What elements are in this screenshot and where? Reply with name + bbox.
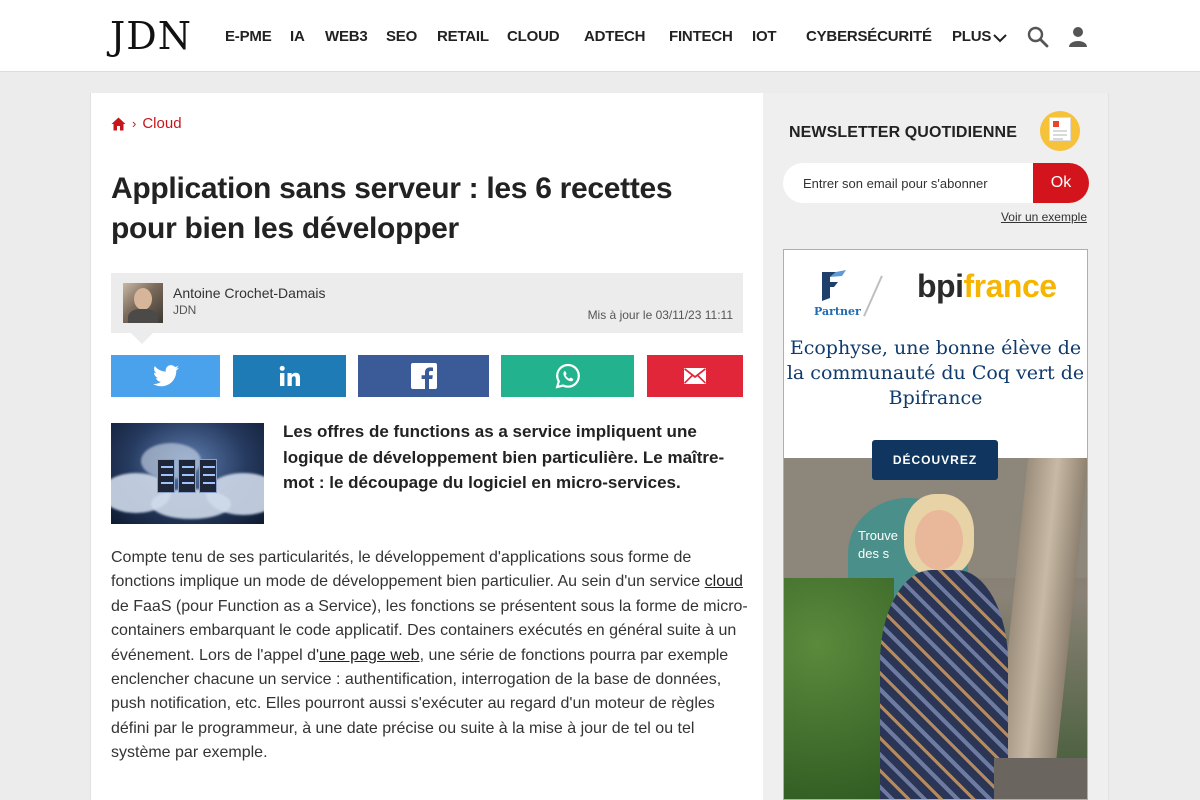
- nav-cybersecurite[interactable]: CYBERSÉCURITÉ: [806, 28, 932, 45]
- newsletter-example-link[interactable]: Voir un exemple: [1001, 210, 1087, 224]
- photo-sign-text: des s: [858, 546, 890, 561]
- facebook-icon: [410, 363, 437, 389]
- author-org: JDN: [173, 303, 197, 317]
- ad-discover-button[interactable]: DÉCOUVREZ: [872, 440, 998, 480]
- nav-ia[interactable]: IA: [290, 28, 305, 45]
- nav-fintech[interactable]: FINTECH: [669, 28, 733, 45]
- share-facebook-button[interactable]: [358, 355, 489, 397]
- ad-divider: [863, 275, 883, 317]
- author-name[interactable]: Antoine Crochet-Damais: [173, 285, 326, 301]
- ad-partner-label: Partner: [814, 305, 861, 318]
- photo-sign-text: Trouve: [858, 528, 898, 543]
- share-linkedin-button[interactable]: [233, 355, 346, 397]
- newsletter-email-input[interactable]: [783, 163, 1031, 203]
- update-date: Mis à jour le 03/11/23 11:11: [587, 308, 733, 322]
- breadcrumb-section-link[interactable]: Cloud: [142, 115, 181, 132]
- share-whatsapp-button[interactable]: [501, 355, 634, 397]
- advertisement[interactable]: Partner bpifrance Ecophyse, une bonne él…: [783, 249, 1088, 800]
- nav-web3[interactable]: WEB3: [325, 28, 368, 45]
- web-page-link[interactable]: une page web: [319, 647, 420, 664]
- nav-iot[interactable]: IOT: [752, 28, 777, 45]
- user-icon[interactable]: [1068, 26, 1088, 48]
- bpifrance-logo-part: bpi: [917, 268, 964, 304]
- newsletter-title: NEWSLETTER QUOTIDIENNE: [789, 124, 1017, 141]
- newsletter-form: Ok: [783, 163, 1089, 203]
- article-title: Application sans serveur : les 6 recette…: [111, 172, 673, 245]
- site-header: JDN E-PME IA WEB3 SEO RETAIL CLOUD ADTEC…: [0, 0, 1200, 72]
- article-lead: Les offres de functions as a service imp…: [283, 422, 725, 492]
- author-box: Antoine Crochet-Damais JDN Mis à jour le…: [111, 273, 743, 344]
- share-twitter-button[interactable]: [111, 355, 220, 397]
- bpifrance-logo-part: france: [963, 268, 1057, 304]
- whatsapp-icon: [555, 363, 580, 389]
- share-email-button[interactable]: [647, 355, 743, 397]
- linkedin-icon: [279, 365, 300, 386]
- bpifrance-logo: bpifrance: [917, 268, 1057, 305]
- article-panel: › Cloud Application sans serveur : les 6…: [90, 93, 763, 800]
- home-icon[interactable]: [111, 117, 126, 131]
- newsletter-icon: [1040, 111, 1080, 151]
- nav-plus-label: PLUS: [952, 28, 992, 45]
- author-avatar[interactable]: [123, 283, 163, 323]
- article-body: Compte tenu de ses particularités, le dé…: [111, 546, 751, 766]
- nav-plus[interactable]: PLUS: [952, 28, 1007, 45]
- article-illustration: [111, 423, 264, 524]
- newsletter-ok-button[interactable]: Ok: [1033, 163, 1089, 203]
- breadcrumb: › Cloud: [111, 115, 182, 132]
- sidebar: NEWSLETTER QUOTIDIENNE Ok Voir un exempl…: [763, 93, 1109, 800]
- nav-retail[interactable]: RETAIL: [437, 28, 489, 45]
- twitter-icon: [152, 365, 179, 387]
- nav-cloud[interactable]: CLOUD: [507, 28, 560, 45]
- body-text-part: Compte tenu de ses particularités, le dé…: [111, 549, 705, 591]
- search-icon[interactable]: [1027, 26, 1049, 48]
- breadcrumb-separator: ›: [132, 116, 137, 131]
- ad-photo: Trouve des s: [784, 458, 1087, 799]
- nav-e-pme[interactable]: E-PME: [225, 28, 272, 45]
- chevron-down-icon: [993, 34, 1007, 43]
- nav-seo[interactable]: SEO: [386, 28, 417, 45]
- cloud-link[interactable]: cloud: [705, 573, 743, 590]
- nav-adtech[interactable]: ADTECH: [584, 28, 646, 45]
- le-figaro-logo-icon: [822, 270, 846, 301]
- jdn-logo[interactable]: JDN: [110, 14, 192, 58]
- ad-headline: Ecophyse, une bonne élève de la communau…: [786, 337, 1085, 409]
- email-icon: [684, 368, 706, 384]
